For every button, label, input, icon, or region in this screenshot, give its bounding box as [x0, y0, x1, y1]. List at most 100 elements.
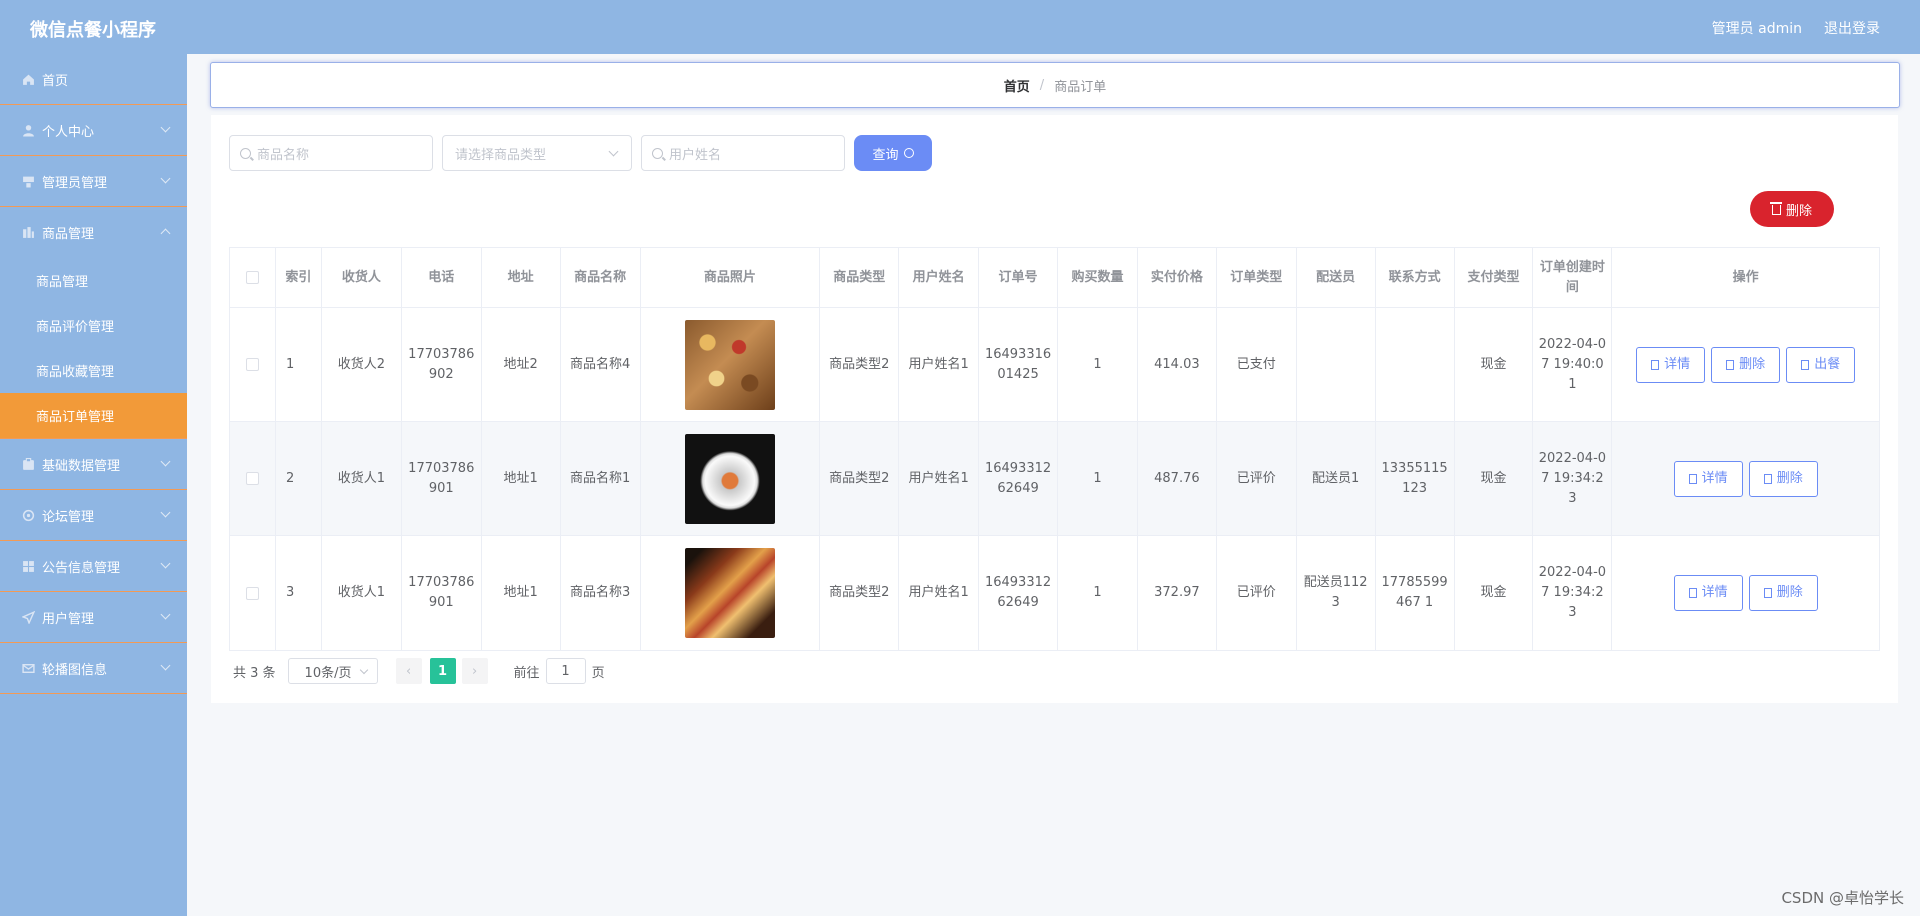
column-header[interactable]: 联系方式: [1376, 248, 1455, 307]
delete-label: 删除: [1776, 470, 1803, 486]
column-header[interactable]: 实付价格: [1138, 248, 1217, 307]
cell-created: 2022-04-07 19:34:23: [1533, 422, 1613, 535]
column-header[interactable]: 订单号: [979, 248, 1059, 307]
logout-link[interactable]: 退出登录: [1824, 18, 1880, 38]
goto-page-input[interactable]: 1: [545, 658, 586, 684]
column-header[interactable]: 订单类型: [1217, 248, 1297, 307]
row-select[interactable]: [230, 536, 276, 650]
checkbox[interactable]: [245, 271, 259, 284]
product-image: [684, 319, 775, 410]
column-header[interactable]: 电话: [402, 248, 482, 307]
column-header[interactable]: 支付类型: [1455, 248, 1534, 307]
column-header[interactable]: 商品名称: [561, 248, 641, 307]
delete-label: 删除: [1776, 585, 1803, 600]
batch-delete-button[interactable]: 删除: [1750, 191, 1834, 227]
users-icon: [22, 610, 35, 624]
sidebar-item-admin[interactable]: 管理员管理: [0, 156, 187, 207]
search-icon: [240, 147, 251, 159]
cell-product-type: 商品类型2: [820, 536, 900, 650]
cell-contact: 17785599467 1: [1376, 536, 1455, 650]
page-size-select[interactable]: 10条/页: [287, 658, 378, 684]
cell-receiver: 收货人1: [322, 536, 402, 650]
column-header[interactable]: 购买数量: [1058, 248, 1138, 307]
submenu-item-goods[interactable]: 商品管理: [0, 258, 187, 303]
breadcrumb-home[interactable]: 首页: [1004, 76, 1030, 95]
submenu-item-orders[interactable]: 商品订单管理: [0, 393, 187, 438]
details-button[interactable]: 详情: [1673, 575, 1743, 611]
sidebar-item-label: 公告信息管理: [42, 560, 121, 576]
sidebar-item-profile[interactable]: 个人中心: [0, 105, 187, 156]
trash-icon: [1769, 202, 1782, 215]
sidebar-item-notice[interactable]: 公告信息管理: [0, 541, 187, 592]
column-header[interactable]: 索引: [276, 248, 322, 307]
sidebar-item-users[interactable]: 用户管理: [0, 592, 187, 643]
next-page-button[interactable]: ›: [461, 658, 488, 684]
delete-button[interactable]: 删除: [1711, 346, 1781, 383]
sidebar-item-goods[interactable]: 商品管理: [0, 207, 187, 258]
cell-user-name: 用户姓名1: [899, 536, 980, 650]
search-icon: [652, 147, 663, 159]
column-header[interactable]: 配送员: [1297, 248, 1376, 307]
sidebar-item-basic-data[interactable]: 基础数据管理: [0, 439, 187, 490]
product-name-input[interactable]: 商品名称: [229, 135, 433, 171]
notice-icon: [23, 560, 34, 572]
column-header[interactable]: 地址: [482, 248, 561, 307]
cell-product-photo: [641, 536, 821, 650]
carousel-icon: [22, 663, 35, 673]
sidebar-item-forum[interactable]: 论坛管理: [0, 490, 187, 541]
delete-button[interactable]: 删除: [1748, 460, 1818, 497]
column-header[interactable]: 用户姓名: [899, 248, 980, 307]
cell-order-type: 已评价: [1217, 422, 1297, 535]
delete-button[interactable]: 删除: [1748, 575, 1818, 611]
table-row: 3 收货人1 17703786901 地址1 商品名称3 商品类型2 用户姓名1…: [230, 536, 1879, 650]
cell-quantity: 1: [1058, 536, 1138, 650]
cell-order-no: 1649331262649: [979, 536, 1059, 650]
sidebar-item-home[interactable]: 首页: [0, 54, 187, 105]
data-icon: [23, 457, 34, 470]
query-button[interactable]: 查询: [854, 135, 932, 171]
cell-price: 487.76: [1138, 422, 1217, 535]
checkbox[interactable]: [245, 358, 259, 371]
row-select[interactable]: [230, 422, 276, 535]
top-bar: 微信点餐小程序 管理员 admin 退出登录: [0, 0, 1920, 54]
cell-product-name: 商品名称4: [561, 308, 641, 421]
cell-index: 1: [276, 308, 322, 421]
column-header[interactable]: 商品照片: [641, 248, 821, 307]
details-button[interactable]: 详情: [1636, 346, 1706, 383]
app-title: 微信点餐小程序: [30, 20, 156, 41]
column-header[interactable]: 收货人: [322, 248, 402, 307]
cell-contact: 13355115123: [1376, 422, 1455, 535]
column-header[interactable]: 商品类型: [820, 248, 900, 307]
chevron-down-icon: [160, 456, 171, 467]
header-select-all[interactable]: [230, 248, 276, 307]
serve-meal-label: 出餐: [1814, 356, 1841, 372]
sidebar-item-label: 论坛管理: [42, 509, 95, 525]
user-icon: [23, 124, 34, 136]
checkbox[interactable]: [245, 586, 259, 600]
watermark: CSDN @卓怡学长: [1781, 889, 1904, 907]
breadcrumb-current: 商品订单: [1054, 79, 1107, 95]
submenu-item-favorites[interactable]: 商品收藏管理: [0, 348, 187, 393]
goods-submenu: 商品管理 商品评价管理 商品收藏管理 商品订单管理: [0, 258, 187, 439]
chevron-down-icon: [359, 665, 368, 675]
user-name-input[interactable]: 用户姓名: [641, 135, 845, 171]
submenu-item-reviews[interactable]: 商品评价管理: [0, 303, 187, 348]
column-header: 操作: [1732, 269, 1759, 285]
book-icon: [1801, 359, 1810, 370]
chevron-down-icon: [160, 660, 171, 671]
cell-order-type: 已评价: [1217, 536, 1297, 650]
sidebar-item-label: 基础数据管理: [42, 458, 121, 474]
chevron-up-icon: [160, 228, 171, 239]
cell-product-name: 商品名称1: [561, 422, 641, 535]
product-type-select[interactable]: 请选择商品类型: [442, 135, 632, 171]
prev-page-button[interactable]: ‹: [395, 658, 422, 684]
table-row: 1 收货人2 17703786902 地址2 商品名称4 商品类型2 用户姓名1…: [230, 308, 1879, 422]
sidebar: 首页 个人中心 管理员管理 商品管理 商品管理 商品评价管理 商品收藏管理 商品…: [0, 54, 187, 916]
sidebar-item-carousel[interactable]: 轮播图信息: [0, 643, 187, 694]
details-button[interactable]: 详情: [1673, 460, 1743, 497]
column-header[interactable]: 订单创建时间: [1533, 248, 1613, 307]
page-number-button[interactable]: 1: [429, 658, 456, 684]
serve-meal-button[interactable]: 出餐: [1786, 346, 1856, 383]
row-select[interactable]: [230, 308, 276, 421]
checkbox[interactable]: [245, 472, 259, 485]
